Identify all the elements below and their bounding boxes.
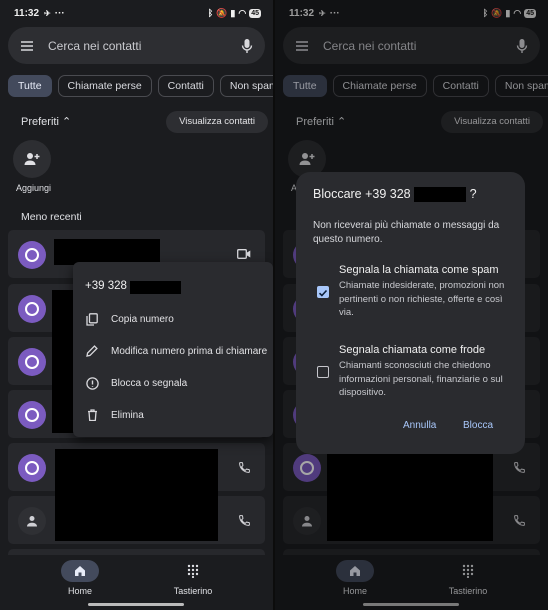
dialpad-icon [174, 560, 212, 582]
chip-tutte[interactable]: Tutte [8, 75, 52, 97]
menu-item-block[interactable]: Blocca o segnala [85, 376, 187, 390]
avatar [18, 295, 46, 323]
option-fraud-desc: Chiamanti sconosciuti che chiedono infor… [339, 360, 503, 398]
option-fraud-title: Segnala chiamata come frode [339, 344, 486, 356]
cancel-button[interactable]: Annulla [403, 420, 436, 431]
phone-icon[interactable] [235, 511, 253, 529]
nav-keypad[interactable]: Tastierino [168, 560, 218, 596]
chip-non-spam[interactable]: Non spam [219, 75, 273, 97]
gesture-bar [88, 603, 184, 606]
add-favorite-button[interactable] [13, 140, 51, 178]
menu-number: +39 328 [85, 280, 127, 292]
search-input[interactable]: Cerca nei contatti [48, 39, 241, 53]
copy-icon [85, 312, 99, 326]
avatar [18, 348, 46, 376]
mute-icon: 🔕 [216, 7, 228, 18]
block-icon [85, 376, 99, 390]
add-person-icon [24, 153, 40, 165]
avatar [18, 507, 46, 535]
view-contacts-button[interactable]: Visualizza contatti [166, 111, 268, 133]
recent-section-label: Meno recenti [21, 211, 82, 223]
telegram-icon: ✈ [44, 8, 51, 18]
menu-item-label: Elimina [111, 409, 144, 421]
option-spam-desc: Chiamate indesiderate, promozioni non pe… [339, 280, 505, 318]
favorites-label: Preferiti [21, 116, 59, 128]
nav-home-label: Home [67, 586, 92, 596]
menu-icon[interactable] [20, 40, 34, 52]
status-time: 11:32 [14, 7, 40, 19]
left-screen: 11:32 ✈ ··· ᛒ 🔕 ▮ ◠ 45 Cerca nei contatt… [0, 0, 273, 610]
block-button[interactable]: Blocca [463, 420, 493, 431]
battery-icon: 45 [249, 8, 261, 18]
redacted-number [414, 187, 467, 203]
wifi-icon: ◠ [238, 7, 247, 18]
bluetooth-icon: ᛒ [207, 8, 214, 18]
add-favorite-label: Aggiungi [16, 183, 52, 193]
nav-keypad-label: Tastierino [173, 586, 213, 596]
avatar [18, 241, 46, 269]
phone-icon[interactable] [235, 458, 253, 476]
nav-home[interactable]: Home [59, 560, 101, 596]
redacted-number [130, 281, 181, 294]
option-spam-title: Segnala la chiamata come spam [339, 264, 499, 276]
fraud-checkbox[interactable] [317, 366, 329, 378]
redacted-area [55, 449, 218, 541]
status-icons: ᛒ 🔕 ▮ ◠ 45 [208, 8, 261, 19]
search-bar[interactable]: Cerca nei contatti [8, 27, 265, 64]
microphone-icon[interactable] [241, 38, 253, 54]
menu-item-delete[interactable]: Elimina [85, 408, 144, 422]
dialog-message: Non riceverai più chiamate o messaggi da… [313, 220, 500, 245]
signal-icon: ▮ [230, 7, 236, 18]
context-menu: +39 328 Copia numero Modifica numero pri… [73, 262, 273, 437]
chip-chiamate-perse[interactable]: Chiamate perse [57, 75, 152, 97]
menu-item-label: Blocca o segnala [111, 377, 188, 389]
block-dialog: Bloccare +39 328 ? Non riceverai più chi… [296, 172, 525, 454]
chip-contatti[interactable]: Contatti [157, 75, 214, 97]
home-icon [61, 560, 99, 582]
status-bar: 11:32 ✈ ··· ᛒ 🔕 ▮ ◠ 45 [14, 7, 261, 19]
dialog-title: Bloccare +39 328 ? [313, 187, 477, 203]
filter-chips: Tutte Chiamate perse Contatti Non spam [8, 75, 273, 97]
menu-item-copy[interactable]: Copia numero [85, 312, 174, 326]
menu-item-label: Copia numero [111, 313, 174, 325]
trash-icon [85, 408, 99, 422]
spam-checkbox[interactable] [317, 286, 329, 298]
bottom-nav: Home Tastierino [0, 555, 273, 610]
pencil-icon [85, 344, 99, 358]
avatar [18, 401, 46, 429]
chevron-up-icon: ⌃ [61, 116, 72, 128]
more-icon: ··· [54, 7, 65, 19]
menu-item-label: Modifica numero prima di chiamare [111, 345, 268, 357]
video-call-icon[interactable] [235, 245, 253, 263]
avatar [18, 454, 46, 482]
menu-item-edit[interactable]: Modifica numero prima di chiamare [85, 344, 267, 358]
right-screen: 11:32 ✈ ··· ᛒ 🔕 ▮ ◠ 45 Cerca nei contatt… [275, 0, 548, 610]
redacted-area [52, 290, 74, 433]
favorites-toggle[interactable]: Preferiti ⌃ [21, 115, 71, 128]
